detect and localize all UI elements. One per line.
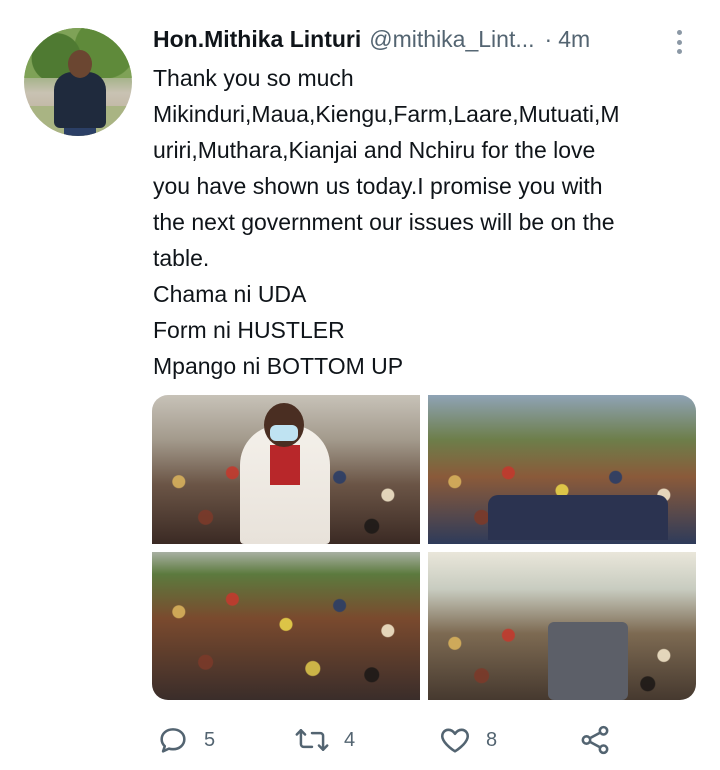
tweet-text: Thank you so much Mikinduri,Maua,Kiengu,… <box>153 60 708 384</box>
reply-count: 5 <box>204 728 216 751</box>
photo-crowd <box>152 574 420 700</box>
share-icon <box>581 725 609 755</box>
tweet[interactable]: Hon.Mithika Linturi @mithika_Lint... · 4… <box>0 0 720 770</box>
tweet-text-line: Form ni HUSTLER <box>153 317 345 343</box>
separator-dot: · <box>544 26 553 52</box>
more-dot <box>676 39 682 45</box>
photo-speaker-mask <box>270 425 298 441</box>
more-vertical-icon[interactable] <box>672 28 686 56</box>
more-dot <box>676 49 682 54</box>
tweet-text-line: Mpango ni BOTTOM UP <box>153 353 404 379</box>
retweet-count: 4 <box>344 728 356 751</box>
media-photo-1[interactable] <box>152 395 420 544</box>
reply-button[interactable]: 5 <box>156 720 215 760</box>
photo-vehicle <box>488 495 668 540</box>
tweet-text-line: uriri,Muthara,Kianjai and Nchiru for the… <box>153 137 596 163</box>
share-button[interactable] <box>578 720 612 760</box>
photo-scarf <box>270 445 300 485</box>
avatar[interactable] <box>24 28 132 136</box>
tweet-text-line: Thank you so much <box>153 65 354 91</box>
user-handle[interactable]: @mithika_Lint... <box>369 26 534 53</box>
photo-vehicle <box>548 622 628 700</box>
timestamp[interactable]: 4m <box>558 26 590 53</box>
tweet-text-line: the next government our issues will be o… <box>153 209 615 235</box>
tweet-header: Hon.Mithika Linturi @mithika_Lint... · 4… <box>153 26 590 56</box>
tweet-text-line: table. <box>153 245 210 271</box>
retweet-button[interactable]: 4 <box>294 720 355 760</box>
more-dot <box>676 30 682 35</box>
avatar-figure-head <box>68 50 92 78</box>
media-grid <box>152 395 696 700</box>
tweet-actions: 5 4 8 <box>152 720 622 760</box>
like-count: 8 <box>486 728 498 751</box>
reply-icon <box>160 728 186 753</box>
heart-icon <box>441 728 469 753</box>
retweet-icon <box>295 729 329 751</box>
tweet-text-line: Mikinduri,Maua,Kiengu,Farm,Laare,Mutuati… <box>153 101 620 127</box>
media-photo-4[interactable] <box>428 552 696 700</box>
media-photo-2[interactable] <box>428 395 696 544</box>
display-name[interactable]: Hon.Mithika Linturi <box>153 26 361 53</box>
like-button[interactable]: 8 <box>438 720 497 760</box>
avatar-figure-body <box>54 72 106 128</box>
tweet-text-line: Chama ni UDA <box>153 281 307 307</box>
media-photo-3[interactable] <box>152 552 420 700</box>
tweet-text-line: you have shown us today.I promise you wi… <box>153 173 603 199</box>
